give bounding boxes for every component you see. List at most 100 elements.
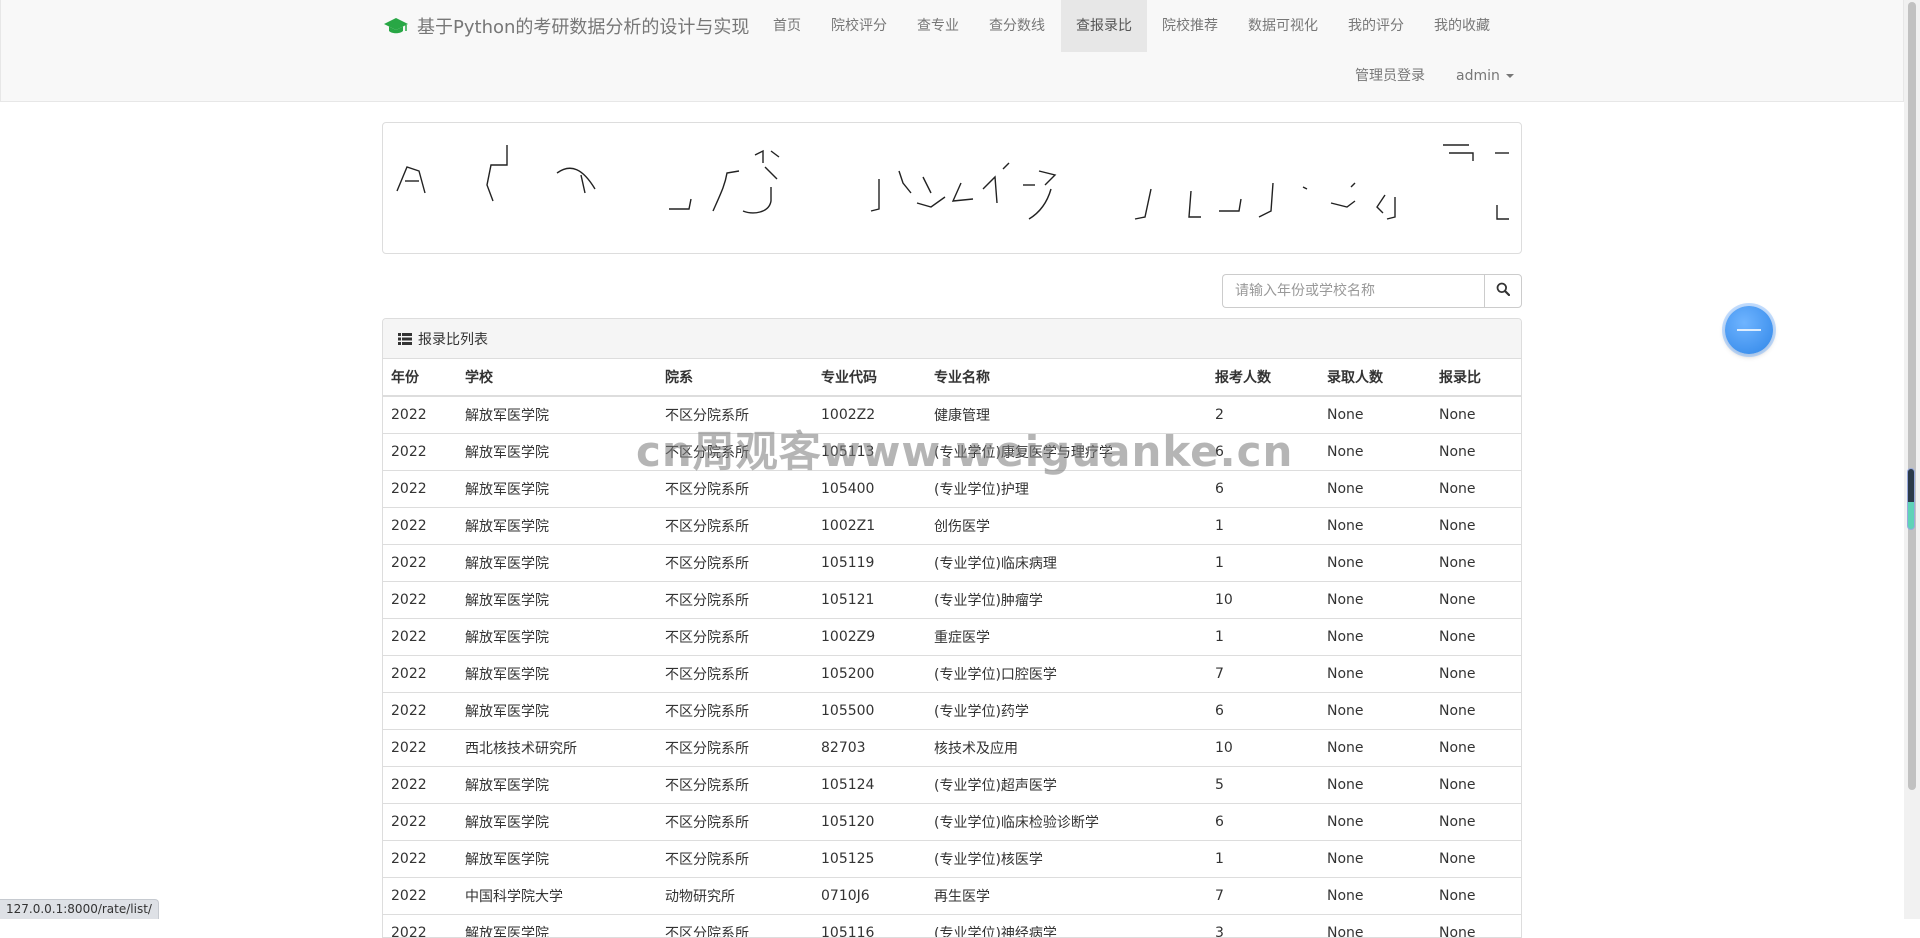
cell-year: 2022: [383, 876, 457, 914]
cell-admitted: None: [1319, 839, 1431, 877]
cell-major-code: 105125: [813, 839, 926, 877]
table-row: 2022 解放军医学院 不区分院系所 1002Z1 创伤医学 1 None None: [383, 506, 1521, 544]
table-row: 2022 解放军医学院 不区分院系所 105500 (专业学位)药学 6 None None: [383, 691, 1521, 729]
cell-school: 解放军医学院: [457, 580, 657, 618]
cell-admitted: None: [1319, 876, 1431, 914]
cell-year: 2022: [383, 802, 457, 840]
admission-ratio-table: 年份 学校 院系 专业代码 专业名称 报考人数 录取人数 报录比 2022 解放军…: [383, 359, 1521, 937]
status-bar-url: 127.0.0.1:8000/rate/list/: [0, 899, 159, 919]
column-header: 专业名称: [926, 359, 1207, 397]
scrollbar-thumb[interactable]: [1908, 2, 1916, 790]
cell-department: 不区分院系所: [657, 765, 813, 803]
table-row: 2022 解放军医学院 不区分院系所 105400 (专业学位)护理 6 None None: [383, 469, 1521, 507]
navbar-brand[interactable]: 基于Python的考研数据分析的设计与实现: [383, 0, 749, 52]
cell-department: 不区分院系所: [657, 802, 813, 840]
cell-admitted: None: [1319, 432, 1431, 470]
admission-ratio-panel: 报录比列表 年份 学校 院系 专业代码 专业名称 报考人数 录取人数 报录比 2…: [382, 318, 1522, 938]
cell-admitted: None: [1319, 580, 1431, 618]
cell-major-name: 健康管理: [926, 395, 1207, 433]
cell-ratio: None: [1431, 617, 1521, 655]
cell-ratio: None: [1431, 765, 1521, 803]
cell-applicants: 6: [1207, 432, 1319, 470]
nav-my-ratings[interactable]: 我的评分: [1333, 0, 1419, 52]
cell-major-code: 105119: [813, 543, 926, 581]
graduation-cap-icon: [383, 16, 409, 36]
search-input[interactable]: [1222, 274, 1484, 308]
cell-major-code: 1002Z1: [813, 506, 926, 544]
cell-department: 不区分院系所: [657, 913, 813, 937]
table-row: 2022 解放军医学院 不区分院系所 105113 (专业学位)康复医学与理疗学 6 Non…: [383, 432, 1521, 470]
cell-admitted: None: [1319, 506, 1431, 544]
cell-year: 2022: [383, 654, 457, 692]
table-body: 2022 解放军医学院 不区分院系所 1002Z2 健康管理 2 None None 2022 解…: [383, 395, 1521, 937]
cell-applicants: 10: [1207, 728, 1319, 766]
column-header: 年份: [383, 359, 457, 397]
panel-heading: 报录比列表: [383, 319, 1521, 359]
cell-major-code: 105113: [813, 432, 926, 470]
user-dropdown[interactable]: admin: [1441, 50, 1529, 102]
cell-admitted: None: [1319, 691, 1431, 729]
nav-my-favorites[interactable]: 我的收藏: [1419, 0, 1505, 52]
cell-major-code: 105116: [813, 913, 926, 937]
cell-ratio: None: [1431, 802, 1521, 840]
cell-school: 西北核技术研究所: [457, 728, 657, 766]
cell-major-name: 再生医学: [926, 876, 1207, 914]
table-row: 2022 解放军医学院 不区分院系所 105121 (专业学位)肿瘤学 10 None Non…: [383, 580, 1521, 618]
nav-score-line[interactable]: 查分数线: [974, 0, 1060, 52]
cell-ratio: None: [1431, 580, 1521, 618]
cell-applicants: 3: [1207, 913, 1319, 937]
cell-school: 解放军医学院: [457, 432, 657, 470]
search-button[interactable]: [1484, 274, 1522, 308]
table-row: 2022 解放军医学院 不区分院系所 105125 (专业学位)核医学 1 None None: [383, 839, 1521, 877]
cell-ratio: None: [1431, 728, 1521, 766]
user-name: admin: [1456, 68, 1500, 84]
cell-year: 2022: [383, 617, 457, 655]
captcha-strokes: [396, 144, 1509, 220]
nav-majors[interactable]: 查专业: [902, 0, 974, 52]
nav-data-visualization[interactable]: 数据可视化: [1233, 0, 1333, 52]
cell-major-name: (专业学位)肿瘤学: [926, 580, 1207, 618]
table-row: 2022 解放军医学院 不区分院系所 105116 (专业学位)神经病学 3 None Non…: [383, 913, 1521, 937]
cell-year: 2022: [383, 543, 457, 581]
cell-department: 不区分院系所: [657, 580, 813, 618]
cell-ratio: None: [1431, 691, 1521, 729]
cell-major-name: 重症医学: [926, 617, 1207, 655]
table-row: 2022 解放军医学院 不区分院系所 105200 (专业学位)口腔医学 7 None Non…: [383, 654, 1521, 692]
page-scrollbar[interactable]: [1904, 0, 1920, 919]
cell-school: 解放军医学院: [457, 469, 657, 507]
cell-ratio: None: [1431, 432, 1521, 470]
cell-department: 不区分院系所: [657, 728, 813, 766]
column-header: 学校: [457, 359, 657, 397]
cell-major-code: 0710J6: [813, 876, 926, 914]
cell-ratio: None: [1431, 469, 1521, 507]
table-row: 2022 中国科学院大学 动物研究所 0710J6 再生医学 7 None None: [383, 876, 1521, 914]
cell-applicants: 5: [1207, 765, 1319, 803]
nav-school-recommend[interactable]: 院校推荐: [1147, 0, 1233, 52]
cell-department: 不区分院系所: [657, 432, 813, 470]
cell-applicants: 1: [1207, 617, 1319, 655]
cell-ratio: None: [1431, 395, 1521, 433]
cell-school: 解放军医学院: [457, 506, 657, 544]
cell-school: 解放军医学院: [457, 543, 657, 581]
cell-year: 2022: [383, 395, 457, 433]
nav-school-rating[interactable]: 院校评分: [816, 0, 902, 52]
nav-admission-ratio[interactable]: 查报录比: [1061, 0, 1147, 52]
cell-major-code: 105500: [813, 691, 926, 729]
column-header: 院系: [657, 359, 813, 397]
cell-major-code: 105120: [813, 802, 926, 840]
cell-school: 解放军医学院: [457, 691, 657, 729]
cell-school: 解放军医学院: [457, 765, 657, 803]
nav-home[interactable]: 首页: [758, 0, 816, 52]
cell-school: 解放军医学院: [457, 913, 657, 937]
cell-ratio: None: [1431, 913, 1521, 937]
cell-year: 2022: [383, 469, 457, 507]
cell-department: 不区分院系所: [657, 691, 813, 729]
cell-major-name: (专业学位)护理: [926, 469, 1207, 507]
cell-major-name: (专业学位)核医学: [926, 839, 1207, 877]
table-row: 2022 西北核技术研究所 不区分院系所 82703 核技术及应用 10 None None: [383, 728, 1521, 766]
cell-ratio: None: [1431, 506, 1521, 544]
cell-school: 解放军医学院: [457, 839, 657, 877]
nav-admin-login[interactable]: 管理员登录: [1340, 50, 1440, 102]
assistant-bubble-icon[interactable]: [1725, 306, 1773, 354]
caret-down-icon: [1505, 74, 1514, 78]
